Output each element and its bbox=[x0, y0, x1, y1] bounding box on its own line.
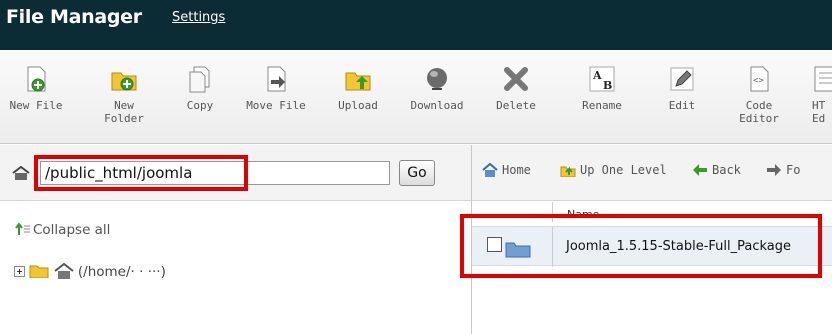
new-file-button[interactable]: New File bbox=[0, 64, 74, 112]
html-editor-icon bbox=[814, 66, 832, 92]
code-editor-label: Code Editor bbox=[739, 99, 779, 125]
upload-button[interactable]: Upload bbox=[320, 64, 396, 112]
upload-label: Upload bbox=[338, 99, 378, 112]
rename-label: Rename bbox=[582, 99, 622, 112]
move-file-label: Move File bbox=[246, 99, 306, 112]
rename-icon: A B bbox=[589, 66, 615, 92]
forward-arrow-icon bbox=[767, 164, 781, 176]
download-icon bbox=[427, 68, 447, 90]
nav-home-label: Home bbox=[502, 163, 531, 177]
download-button[interactable]: Download bbox=[399, 64, 475, 112]
collapse-all-label: Collapse all bbox=[33, 222, 111, 238]
nav-up-one-level-label: Up One Level bbox=[580, 163, 667, 177]
new-folder-label: New Folder bbox=[104, 99, 144, 125]
back-arrow-icon bbox=[693, 164, 707, 176]
html-editor-label: HT Ed bbox=[812, 99, 826, 125]
move-file-button[interactable]: Move File bbox=[238, 64, 314, 112]
edit-icon bbox=[670, 67, 694, 91]
highlight-box-path bbox=[34, 155, 248, 191]
delete-label: Delete bbox=[496, 99, 536, 112]
new-file-icon bbox=[27, 66, 46, 92]
new-folder-icon bbox=[111, 72, 137, 91]
tree-root-item[interactable]: (/home/· · ···) bbox=[14, 262, 166, 280]
new-file-label: New File bbox=[9, 99, 63, 112]
app-title: File Manager bbox=[6, 6, 142, 28]
copy-button[interactable]: Copy bbox=[162, 64, 238, 112]
toolbar: New File New Folder Copy Move File Uploa… bbox=[0, 50, 832, 144]
home-icon bbox=[482, 162, 498, 177]
collapse-all-icon bbox=[15, 222, 30, 235]
settings-link[interactable]: Settings bbox=[172, 10, 225, 25]
code-editor-button[interactable]: <> Code Editor bbox=[721, 64, 797, 125]
go-button[interactable]: Go bbox=[399, 160, 435, 186]
rename-button[interactable]: A B Rename bbox=[564, 64, 640, 112]
code-editor-icon: <> bbox=[750, 66, 769, 92]
upload-icon bbox=[345, 72, 371, 91]
delete-icon bbox=[504, 67, 528, 91]
copy-icon bbox=[189, 66, 210, 93]
download-label: Download bbox=[410, 99, 464, 112]
new-folder-button[interactable]: New Folder bbox=[86, 64, 162, 125]
highlight-box-file bbox=[460, 214, 822, 278]
nav-back-label: Back bbox=[712, 163, 741, 177]
svg-text:<>: <> bbox=[753, 76, 764, 86]
up-folder-icon bbox=[560, 166, 576, 178]
nav-back-button[interactable]: Back bbox=[692, 163, 741, 177]
home-icon bbox=[53, 262, 74, 279]
html-editor-button[interactable]: HT Ed bbox=[798, 64, 832, 125]
nav-forward-button[interactable]: Fo bbox=[766, 163, 800, 177]
tree-root-label: (/home/· · ···) bbox=[77, 264, 166, 280]
app-header: File Manager Settings bbox=[0, 0, 832, 50]
expand-icon[interactable] bbox=[14, 266, 25, 277]
nav-up-one-level-button[interactable]: Up One Level bbox=[560, 163, 667, 178]
svg-text:B: B bbox=[603, 79, 612, 92]
copy-label: Copy bbox=[186, 99, 214, 112]
svg-text:A: A bbox=[592, 69, 602, 82]
nav-home-button[interactable]: Home bbox=[482, 162, 531, 177]
folder-icon bbox=[29, 265, 49, 279]
edit-label: Edit bbox=[668, 99, 696, 112]
collapse-all-button[interactable]: Collapse all bbox=[15, 222, 110, 238]
move-file-icon bbox=[267, 66, 286, 92]
nav-bar: Home Up One Level Back Fo bbox=[472, 145, 832, 201]
home-icon bbox=[12, 166, 30, 180]
edit-button[interactable]: Edit bbox=[644, 64, 720, 112]
nav-forward-label: Fo bbox=[786, 163, 801, 177]
delete-button[interactable]: Delete bbox=[478, 64, 554, 112]
